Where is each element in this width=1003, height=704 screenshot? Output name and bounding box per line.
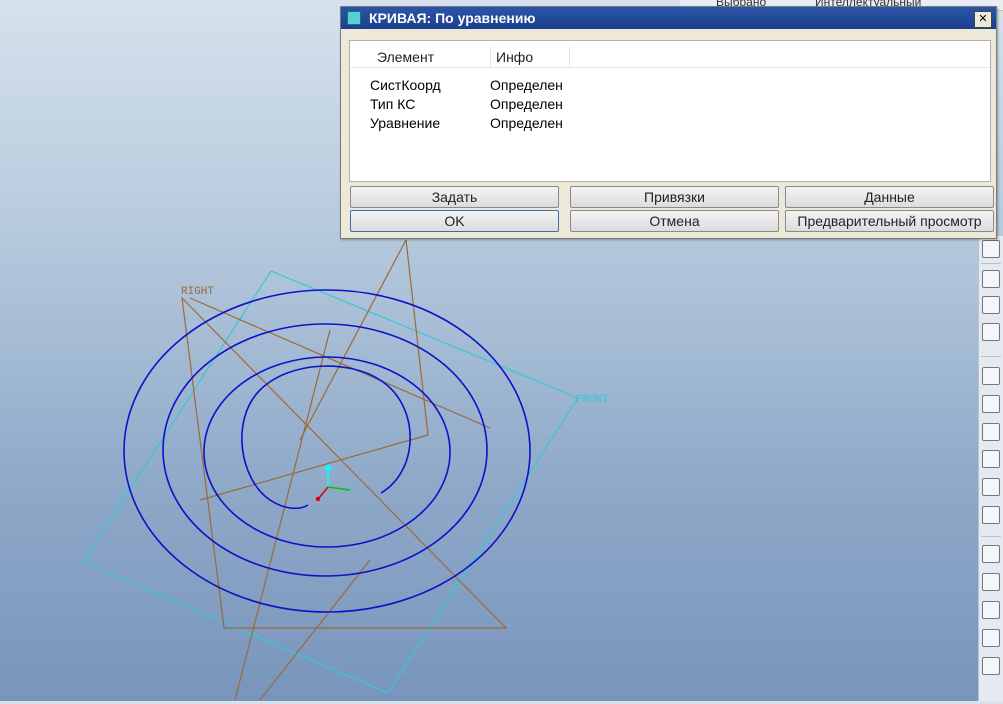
close-button[interactable]: ✕ (974, 11, 992, 28)
right-datum-plane-edge (405, 239, 429, 436)
data-button[interactable]: Данные (785, 186, 994, 208)
merge-icon[interactable] (982, 629, 1000, 647)
rib-icon[interactable] (982, 545, 1000, 563)
element-name: СистКоорд (370, 77, 441, 93)
pattern-icon[interactable] (982, 573, 1000, 591)
ok-button[interactable]: OK (350, 210, 559, 232)
coordinate-system-icon[interactable] (315, 465, 351, 502)
right-toolbar (978, 236, 1003, 701)
column-header-element[interactable]: Элемент (377, 49, 434, 65)
element-name: Тип КС (370, 96, 416, 112)
datum-label-right: RIGHT (181, 286, 214, 298)
table-row[interactable]: СистКоорд Определен (350, 77, 990, 96)
trim-icon[interactable] (982, 657, 1000, 675)
mirror-icon[interactable] (982, 601, 1000, 619)
table-row[interactable]: Тип КС Определен (350, 96, 990, 115)
column-divider (490, 47, 491, 67)
preview-button[interactable]: Предварительный просмотр (785, 210, 994, 232)
right-datum-plane-edge (189, 297, 491, 429)
cancel-button[interactable]: Отмена (570, 210, 779, 232)
draft-icon[interactable] (982, 506, 1000, 524)
curve-from-equation-dialog: КРИВАЯ: По уравнению ✕ Элемент Инфо Сист… (340, 6, 997, 239)
element-name: Уравнение (370, 115, 441, 131)
element-status: Определен (490, 77, 563, 93)
dialog-title: КРИВАЯ: По уравнению (369, 10, 536, 26)
element-status: Определен (490, 115, 563, 131)
right-datum-plane-edge (299, 239, 407, 441)
toolbar-separator (981, 356, 1001, 357)
references-button[interactable]: Привязки (570, 186, 779, 208)
shell-icon[interactable] (982, 423, 1000, 441)
front-datum-plane[interactable] (82, 270, 579, 694)
sweep-icon[interactable] (982, 367, 1000, 385)
toolbar-separator (981, 263, 1001, 264)
toolbar-separator (981, 536, 1001, 537)
element-status: Определен (490, 96, 563, 112)
define-button[interactable]: Задать (350, 186, 559, 208)
right-datum-plane-edge (259, 559, 371, 701)
table-row[interactable]: Уравнение Определен (350, 115, 990, 134)
round-icon[interactable] (982, 450, 1000, 468)
blend-icon[interactable] (982, 395, 1000, 413)
spiral-curve[interactable] (123, 289, 531, 613)
datum-label-front: FRONT (576, 394, 609, 406)
extrude-icon[interactable] (982, 296, 1000, 314)
column-divider (569, 47, 570, 67)
app-icon (347, 11, 361, 25)
revolve-icon[interactable] (982, 323, 1000, 341)
header-divider (350, 67, 990, 68)
column-header-info[interactable]: Инфо (496, 49, 533, 65)
dialog-titlebar[interactable]: КРИВАЯ: По уравнению (341, 7, 996, 29)
element-info-table: Элемент Инфо СистКоорд Определен Тип КС … (349, 40, 991, 182)
right-datum-plane-edge (199, 434, 429, 501)
datum-plane-icon[interactable] (982, 240, 1000, 258)
chamfer-icon[interactable] (982, 478, 1000, 496)
right-datum-plane-edge (234, 329, 331, 701)
sketch-icon[interactable] (982, 270, 1000, 288)
